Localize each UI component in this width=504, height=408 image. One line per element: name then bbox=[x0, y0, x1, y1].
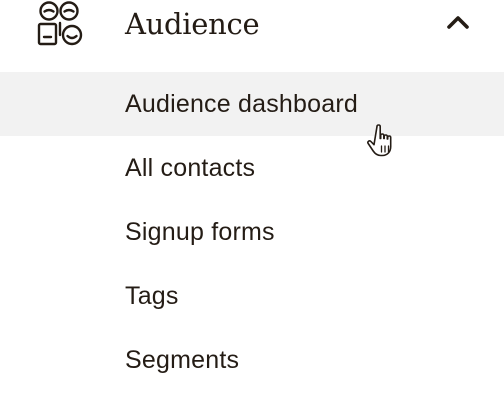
submenu-item-segments[interactable]: Segments bbox=[0, 328, 504, 392]
audience-nav-section: Audience Audience dashboard All contacts… bbox=[0, 0, 504, 408]
submenu-item-label: Tags bbox=[125, 282, 179, 310]
chevron-up-icon[interactable] bbox=[444, 10, 472, 34]
submenu-item-all-contacts[interactable]: All contacts bbox=[0, 136, 504, 200]
submenu-item-label: Audience dashboard bbox=[125, 90, 358, 118]
audience-submenu: Audience dashboard All contacts Signup f… bbox=[0, 72, 504, 392]
submenu-item-label: Segments bbox=[125, 346, 240, 374]
submenu-item-signup-forms[interactable]: Signup forms bbox=[0, 200, 504, 264]
submenu-item-tags[interactable]: Tags bbox=[0, 264, 504, 328]
audience-section-header[interactable]: Audience bbox=[0, 0, 504, 50]
submenu-item-label: All contacts bbox=[125, 154, 256, 182]
section-title: Audience bbox=[125, 7, 260, 41]
submenu-item-label: Signup forms bbox=[125, 218, 275, 246]
submenu-item-audience-dashboard[interactable]: Audience dashboard bbox=[0, 72, 504, 136]
audience-faces-icon bbox=[37, 1, 83, 46]
